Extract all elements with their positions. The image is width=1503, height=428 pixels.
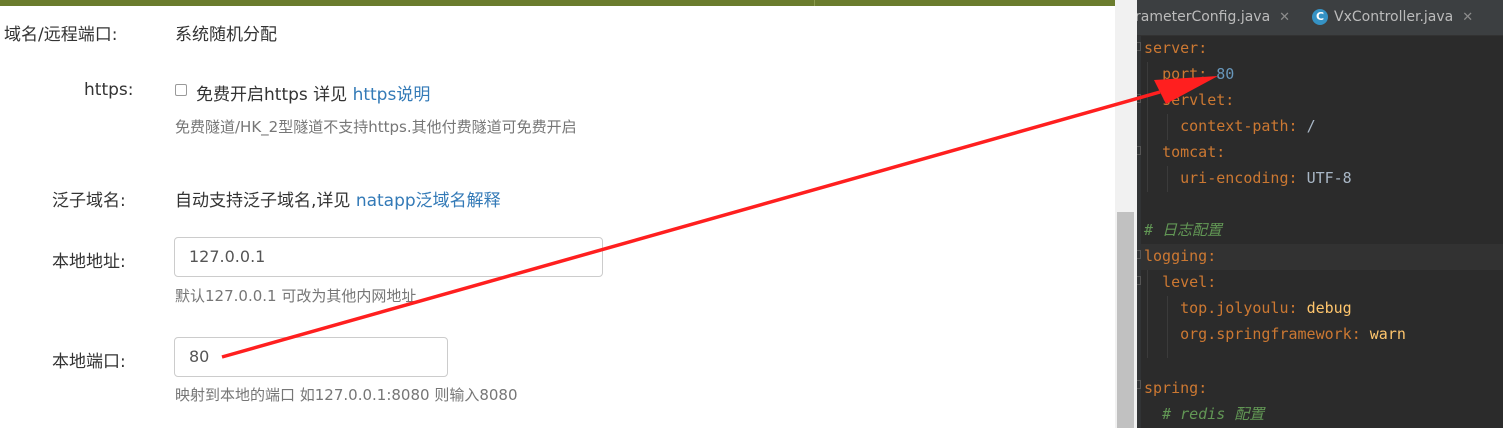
code-line-servlet[interactable]: servlet: xyxy=(1144,87,1234,113)
local-address-input[interactable]: 127.0.0.1 xyxy=(174,237,603,277)
close-icon[interactable]: ✕ xyxy=(1462,10,1473,25)
fold-marker[interactable] xyxy=(1137,42,1141,51)
local-address-label: 本地地址: xyxy=(52,252,126,272)
https-checkbox[interactable] xyxy=(175,84,187,96)
fold-marker[interactable] xyxy=(1137,276,1141,285)
fold-marker[interactable] xyxy=(1137,380,1141,389)
code-line-port[interactable]: port: 80 xyxy=(1144,61,1234,87)
code-line-tomcat[interactable]: tomcat: xyxy=(1144,139,1225,165)
local-port-help-text: 映射到本地的端口 如127.0.0.1:8080 则输入8080 xyxy=(175,386,518,404)
close-icon[interactable]: ✕ xyxy=(1279,10,1290,25)
code-line-jolyoulu[interactable]: top.jolyoulu: debug xyxy=(1144,295,1352,321)
ide-editor-panel: rameterConfig.java ✕ C VxController.java ✕ … xyxy=(1137,0,1503,428)
code-line-context-path[interactable]: context-path: / xyxy=(1144,113,1315,139)
header-divider xyxy=(814,0,815,6)
https-label: https: xyxy=(84,80,134,100)
fold-marker[interactable] xyxy=(1137,146,1141,155)
https-help-text: 免费隧道/HK_2型隧道不支持https.其他付费隧道可免费开启 xyxy=(175,118,577,136)
wildcard-subdomain-label: 泛子域名: xyxy=(52,191,126,211)
code-line-log-comment[interactable]: # 日志配置 xyxy=(1144,217,1222,243)
tab-vx-controller[interactable]: C VxController.java ✕ xyxy=(1312,0,1473,35)
domain-remote-port-value: 系统随机分配 xyxy=(175,25,277,45)
local-address-help-text: 默认127.0.0.1 可改为其他内网地址 xyxy=(175,287,417,305)
class-c-icon: C xyxy=(1312,9,1328,25)
local-port-label: 本地端口: xyxy=(52,352,126,372)
code-line-spring[interactable]: spring: xyxy=(1144,375,1207,401)
tab-parameter-config[interactable]: rameterConfig.java ✕ xyxy=(1137,0,1290,35)
editor-tab-bar: rameterConfig.java ✕ C VxController.java ✕ xyxy=(1137,0,1503,36)
natapp-tunnel-config-form: 域名/远程端口: 系统随机分配 https: 免费开启https 详见 http… xyxy=(0,0,1115,428)
https-checkbox-text-row: 免费开启https 详见 https说明 xyxy=(196,80,430,105)
code-line-redis-comment[interactable]: # redis 配置 xyxy=(1144,401,1264,427)
https-doc-link[interactable]: https说明 xyxy=(353,85,431,105)
scrollbar-thumb[interactable] xyxy=(1117,212,1134,428)
header-bar xyxy=(0,0,1115,6)
tab-label: rameterConfig.java xyxy=(1137,9,1271,25)
code-line-uri-encoding[interactable]: uri-encoding: UTF-8 xyxy=(1144,165,1352,191)
https-checkbox-text: 免费开启https 详见 xyxy=(196,85,348,105)
local-port-input[interactable]: 80 xyxy=(174,337,448,377)
code-line-server[interactable]: server: xyxy=(1144,35,1207,61)
port-value: 80 xyxy=(1216,65,1235,83)
tab-label: VxController.java xyxy=(1334,9,1454,25)
code-line-level[interactable]: level: xyxy=(1144,269,1216,295)
code-line-springframework[interactable]: org.springframework: warn xyxy=(1144,321,1406,347)
wildcard-subdomain-text: 自动支持泛子域名,详见 xyxy=(175,191,351,211)
wildcard-doc-link[interactable]: natapp泛域名解释 xyxy=(356,191,501,211)
fold-marker[interactable] xyxy=(1137,94,1141,103)
domain-remote-port-label: 域名/远程端口: xyxy=(4,25,118,45)
code-line-logging[interactable]: logging: xyxy=(1144,243,1216,269)
wildcard-subdomain-row: 自动支持泛子域名,详见 natapp泛域名解释 xyxy=(175,186,501,211)
